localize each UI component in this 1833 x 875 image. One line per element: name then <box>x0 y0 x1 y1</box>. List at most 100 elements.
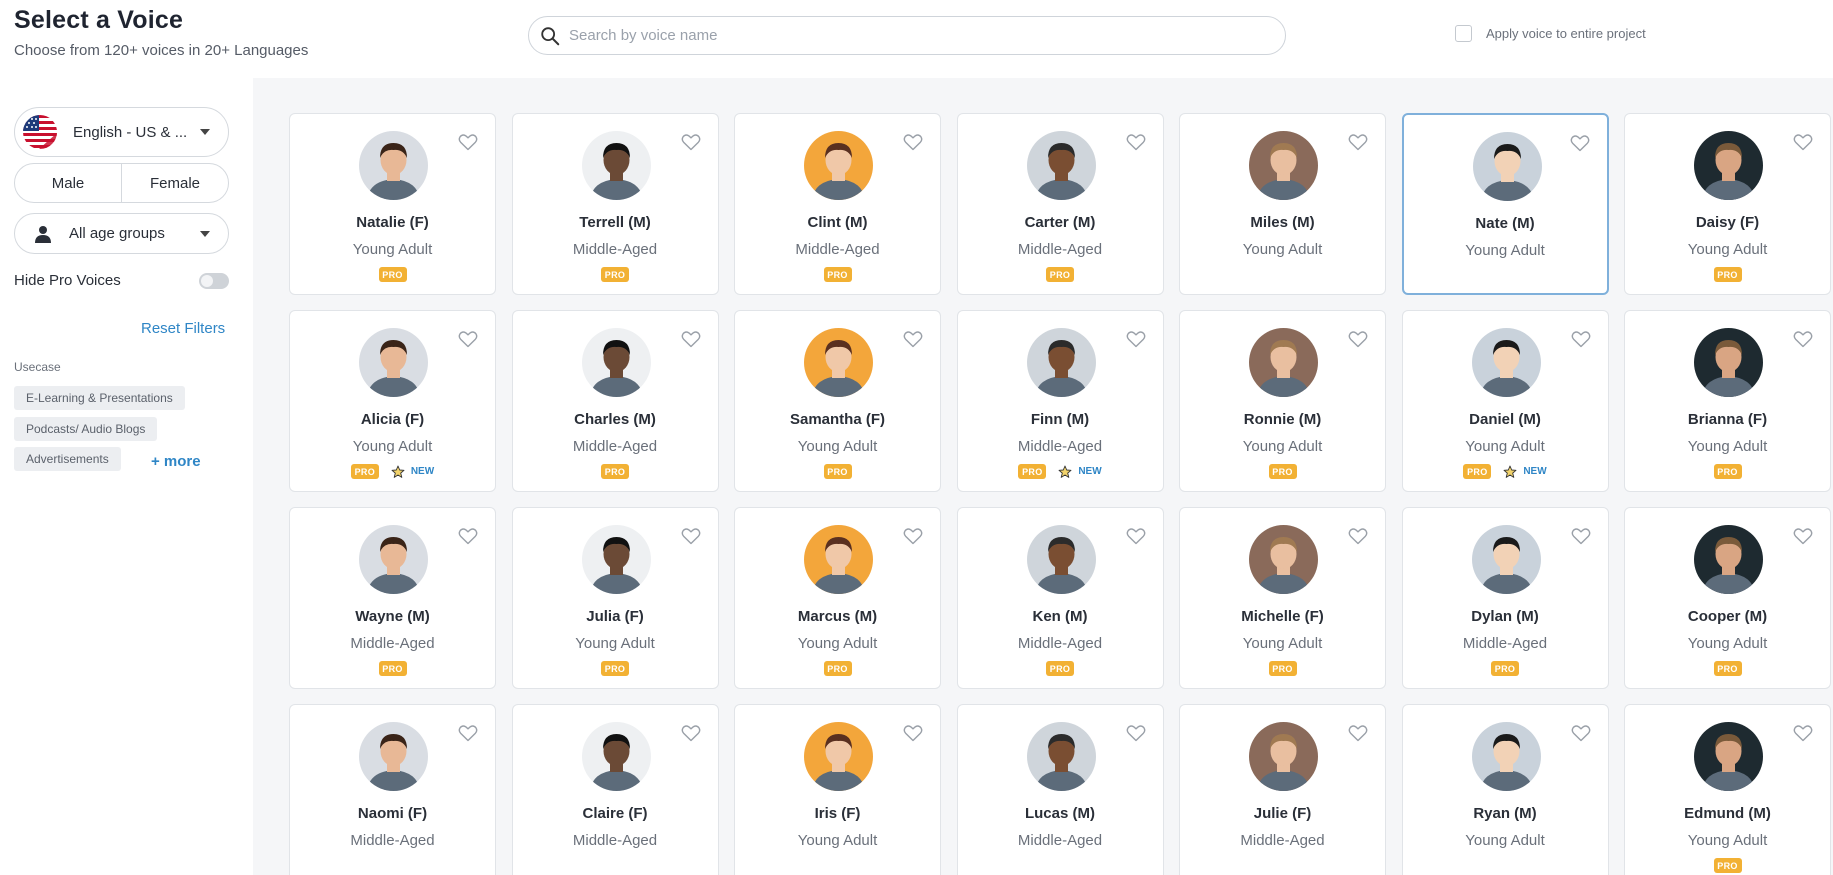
pro-badge: PRO <box>601 661 629 676</box>
heart-icon[interactable] <box>1571 527 1591 545</box>
voice-avatar <box>1471 722 1541 791</box>
voice-age-group: Young Adult <box>1242 438 1323 455</box>
voice-card[interactable]: Naomi (F) Middle-Aged <box>289 704 496 875</box>
heart-icon[interactable] <box>1793 527 1813 545</box>
heart-icon[interactable] <box>458 133 478 151</box>
voice-card[interactable]: Finn (M) Middle-Aged PRO NEW <box>956 310 1164 492</box>
voice-age-group: Young Adult <box>1687 241 1768 258</box>
heart-icon[interactable] <box>1348 330 1368 348</box>
heart-icon[interactable] <box>681 133 701 151</box>
voice-card[interactable]: Ken (M) Middle-Aged PRO <box>956 507 1164 689</box>
usecase-chip[interactable]: Advertisements <box>14 447 121 471</box>
star-icon <box>1058 465 1072 478</box>
voice-name: Marcus (M) <box>797 608 878 625</box>
heart-icon[interactable] <box>1571 724 1591 742</box>
heart-icon[interactable] <box>903 527 923 545</box>
voice-card[interactable]: Brianna (F) Young Adult PRO <box>1624 310 1831 492</box>
more-usecases-link[interactable]: + more <box>151 453 201 470</box>
heart-icon[interactable] <box>1126 527 1146 545</box>
voice-card[interactable]: Edmund (M) Young Adult PRO <box>1624 704 1831 875</box>
page-subtitle: Choose from 120+ voices in 20+ Languages <box>14 42 309 59</box>
gender-female-button[interactable]: Female <box>121 164 228 202</box>
apply-checkbox[interactable] <box>1455 25 1472 42</box>
language-select[interactable]: English - US & ... <box>14 107 229 157</box>
heart-icon[interactable] <box>1793 133 1813 151</box>
search-bar[interactable] <box>528 16 1286 55</box>
search-input[interactable] <box>569 27 1249 44</box>
voice-card[interactable]: Lucas (M) Middle-Aged <box>956 704 1164 875</box>
voice-card[interactable]: Clint (M) Middle-Aged PRO <box>734 113 941 295</box>
voice-card[interactable]: Samantha (F) Young Adult PRO <box>734 310 941 492</box>
voice-card[interactable]: Julie (F) Middle-Aged <box>1179 704 1386 875</box>
heart-icon[interactable] <box>903 133 923 151</box>
voice-card[interactable]: Daniel (M) Young Adult PRO NEW <box>1401 310 1609 492</box>
voice-card[interactable]: Ryan (M) Young Adult <box>1401 704 1609 875</box>
voice-card[interactable]: Iris (F) Young Adult <box>734 704 941 875</box>
age-group-select[interactable]: All age groups <box>14 213 229 254</box>
heart-icon[interactable] <box>1793 724 1813 742</box>
heart-icon[interactable] <box>1571 330 1591 348</box>
heart-icon[interactable] <box>681 724 701 742</box>
voice-age-group: Middle-Aged <box>1017 241 1103 258</box>
pro-badge: PRO <box>1018 464 1047 479</box>
heart-icon[interactable] <box>1348 724 1368 742</box>
voice-age-group: Young Adult <box>797 635 878 652</box>
voice-card[interactable]: Natalie (F) Young Adult PRO <box>289 113 496 295</box>
heart-icon[interactable] <box>681 330 701 348</box>
heart-icon[interactable] <box>458 330 478 348</box>
voice-name: Charles (M) <box>574 411 656 428</box>
voice-card[interactable]: Daisy (F) Young Adult PRO <box>1624 113 1831 295</box>
voice-age-group: Young Adult <box>797 832 878 849</box>
voice-name: Alicia (F) <box>360 411 425 428</box>
voice-card[interactable]: Julia (F) Young Adult PRO <box>511 507 719 689</box>
voice-card[interactable]: Alicia (F) Young Adult PRO NEW <box>289 310 496 492</box>
voice-badges: PRO NEW <box>290 464 495 479</box>
heart-icon[interactable] <box>1126 133 1146 151</box>
voice-card[interactable]: Claire (F) Middle-Aged <box>511 704 719 875</box>
voice-card[interactable]: Charles (M) Middle-Aged PRO <box>511 310 719 492</box>
search-icon <box>541 26 560 45</box>
voice-card[interactable]: Miles (M) Young Adult <box>1179 113 1386 295</box>
apply-to-project[interactable]: Apply voice to entire project <box>1455 25 1646 42</box>
heart-icon[interactable] <box>458 527 478 545</box>
heart-icon[interactable] <box>1348 527 1368 545</box>
heart-icon[interactable] <box>1126 724 1146 742</box>
voice-card[interactable]: Wayne (M) Middle-Aged PRO <box>289 507 496 689</box>
voice-badges: PRO <box>290 267 495 282</box>
voice-card[interactable]: Cooper (M) Young Adult PRO <box>1624 507 1831 689</box>
usecase-chip[interactable]: Podcasts/ Audio Blogs <box>14 417 158 441</box>
voice-card[interactable]: Nate (M) Young Adult <box>1401 113 1609 295</box>
voice-avatar <box>1694 525 1763 594</box>
hide-pro-toggle[interactable] <box>199 272 229 289</box>
heart-icon[interactable] <box>681 527 701 545</box>
gender-male-button[interactable]: Male <box>15 164 121 202</box>
voice-age-group: Middle-Aged <box>1017 832 1103 849</box>
voice-badges: PRO <box>1180 464 1385 479</box>
person-icon <box>35 225 51 243</box>
voice-card[interactable]: Marcus (M) Young Adult PRO <box>734 507 941 689</box>
heart-icon[interactable] <box>903 330 923 348</box>
heart-icon[interactable] <box>1570 134 1590 152</box>
voice-avatar <box>359 722 428 791</box>
voice-name: Claire (F) <box>582 805 648 822</box>
heart-icon[interactable] <box>1126 330 1146 348</box>
voice-age-group: Young Adult <box>575 635 655 652</box>
pro-badge: PRO <box>1046 661 1074 676</box>
heart-icon[interactable] <box>458 724 478 742</box>
voice-card[interactable]: Carter (M) Middle-Aged PRO <box>956 113 1164 295</box>
reset-filters-link[interactable]: Reset Filters <box>141 320 225 337</box>
voice-badges: PRO <box>513 267 718 282</box>
voice-name: Samantha (F) <box>789 411 885 428</box>
voice-name: Miles (M) <box>1250 214 1315 231</box>
voice-card[interactable]: Dylan (M) Middle-Aged PRO <box>1401 507 1609 689</box>
voice-badges: PRO <box>1625 858 1830 873</box>
voice-avatar <box>804 525 873 594</box>
voice-card[interactable]: Ronnie (M) Young Adult PRO <box>1179 310 1386 492</box>
voice-card[interactable]: Terrell (M) Middle-Aged PRO <box>511 113 719 295</box>
heart-icon[interactable] <box>1348 133 1368 151</box>
usecase-chip[interactable]: E-Learning & Presentations <box>14 386 185 410</box>
heart-icon[interactable] <box>1793 330 1813 348</box>
pro-badge: PRO <box>1713 267 1742 282</box>
voice-card[interactable]: Michelle (F) Young Adult PRO <box>1179 507 1386 689</box>
heart-icon[interactable] <box>903 724 923 742</box>
